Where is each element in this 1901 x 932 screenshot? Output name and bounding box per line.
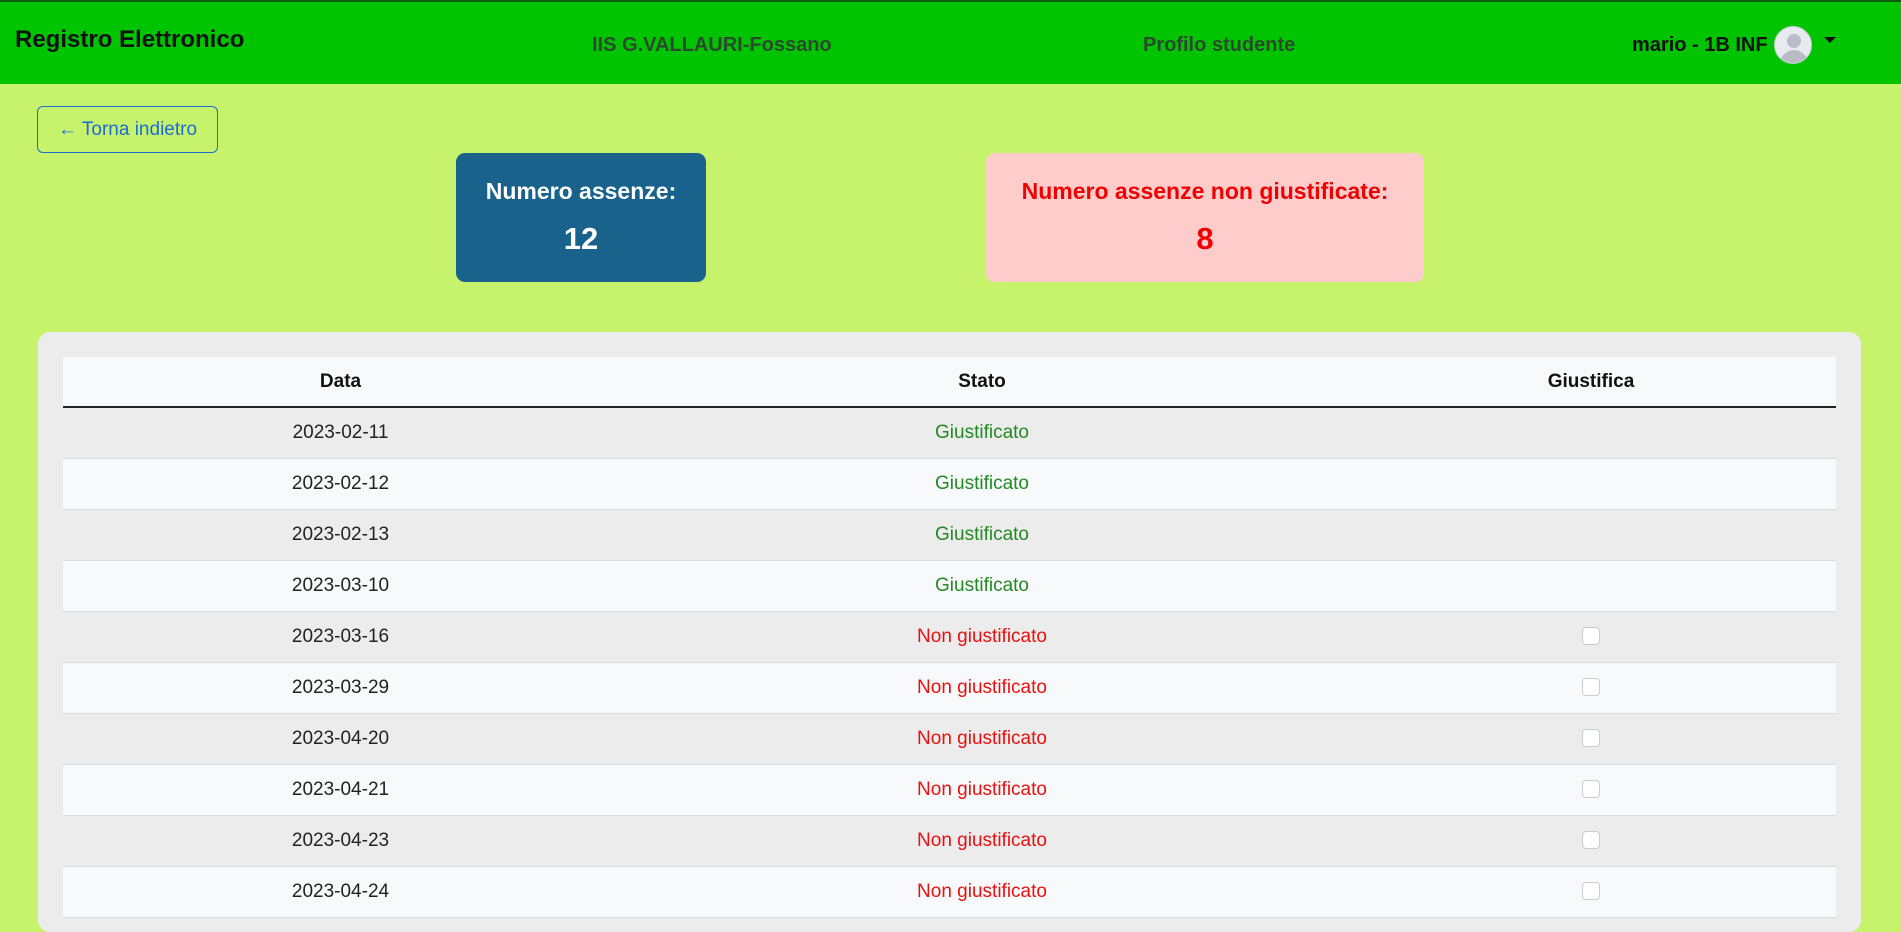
row-status: Non giustificato — [917, 625, 1047, 647]
row-justify-cell — [1346, 611, 1836, 662]
user-name: mario - 1B INF — [1632, 33, 1768, 56]
justify-checkbox[interactable] — [1582, 678, 1600, 697]
row-status: Giustificato — [935, 472, 1029, 494]
top-navbar: Registro Elettronico IIS G.VALLAURI-Foss… — [0, 0, 1901, 84]
table-row: 2023-02-12 Giustificato — [63, 458, 1836, 509]
table-row: 2023-04-21 Non giustificato — [63, 764, 1836, 815]
row-date: 2023-02-13 — [291, 523, 390, 545]
table-row: 2023-04-24 Non giustificato — [63, 866, 1836, 917]
school-name: IIS G.VALLAURI-Fossano — [592, 34, 832, 56]
user-menu[interactable]: mario - 1B INF — [1632, 26, 1836, 64]
justify-checkbox[interactable] — [1582, 882, 1600, 901]
table-row: 2023-03-10 Giustificato — [63, 560, 1836, 611]
justify-checkbox[interactable] — [1582, 627, 1600, 646]
row-justify-cell — [1346, 815, 1836, 866]
table-row: 2023-03-29 Non giustificato — [63, 662, 1836, 713]
total-absences-label: Numero assenze: — [485, 178, 677, 204]
unjustified-absences-label: Numero assenze non giustificate: — [1021, 178, 1389, 204]
row-date: 2023-03-16 — [291, 625, 390, 647]
app-brand[interactable]: Registro Elettronico — [15, 26, 244, 54]
row-date: 2023-03-10 — [291, 574, 390, 596]
row-status: Giustificato — [935, 574, 1029, 596]
row-status: Non giustificato — [917, 727, 1047, 749]
justify-checkbox[interactable] — [1582, 780, 1600, 799]
row-justify-cell — [1346, 866, 1836, 917]
row-status: Non giustificato — [917, 880, 1047, 902]
row-justify-cell — [1346, 713, 1836, 764]
table-header-row: Data Stato Giustifica — [63, 357, 1836, 408]
row-status: Non giustificato — [917, 778, 1047, 800]
table-row: 2023-03-16 Non giustificato — [63, 611, 1836, 662]
row-date: 2023-04-21 — [291, 778, 390, 800]
row-date: 2023-04-24 — [291, 880, 390, 902]
header-giustifica: Giustifica — [1346, 357, 1836, 408]
row-justify-cell — [1346, 407, 1836, 458]
header-data: Data — [63, 357, 618, 408]
header-stato: Stato — [618, 357, 1346, 408]
row-justify-cell — [1346, 509, 1836, 560]
row-status: Non giustificato — [917, 676, 1047, 698]
absences-table: Data Stato Giustifica 2023-02-11 Giustifi… — [63, 357, 1836, 918]
profile-title: Profilo studente — [1143, 34, 1296, 56]
row-date: 2023-04-23 — [291, 829, 390, 851]
table-row: 2023-02-13 Giustificato — [63, 509, 1836, 560]
row-date: 2023-02-11 — [292, 421, 389, 443]
total-absences-value: 12 — [563, 221, 599, 256]
row-justify-cell — [1346, 560, 1836, 611]
back-button[interactable]: ← Torna indietro — [37, 106, 218, 153]
table-row: 2023-04-20 Non giustificato — [63, 713, 1836, 764]
unjustified-absences-card: Numero assenze non giustificate: 8 — [986, 153, 1424, 282]
row-date: 2023-03-29 — [291, 676, 390, 698]
caret-down-icon[interactable] — [1823, 37, 1836, 43]
row-justify-cell — [1346, 764, 1836, 815]
row-status: Giustificato — [935, 523, 1029, 545]
avatar-icon[interactable] — [1773, 26, 1812, 64]
row-justify-cell — [1346, 458, 1836, 509]
absences-panel: Data Stato Giustifica 2023-02-11 Giustifi… — [38, 332, 1861, 932]
row-date: 2023-04-20 — [291, 727, 390, 749]
table-row: 2023-04-23 Non giustificato — [63, 815, 1836, 866]
row-justify-cell — [1346, 662, 1836, 713]
row-status: Non giustificato — [917, 829, 1047, 851]
justify-checkbox[interactable] — [1582, 831, 1600, 850]
row-status: Giustificato — [935, 421, 1029, 443]
row-date: 2023-02-12 — [291, 472, 390, 494]
table-row: 2023-02-11 Giustificato — [63, 407, 1836, 458]
total-absences-card: Numero assenze: 12 — [456, 153, 706, 282]
unjustified-absences-value: 8 — [1196, 221, 1214, 256]
justify-checkbox[interactable] — [1582, 729, 1600, 748]
